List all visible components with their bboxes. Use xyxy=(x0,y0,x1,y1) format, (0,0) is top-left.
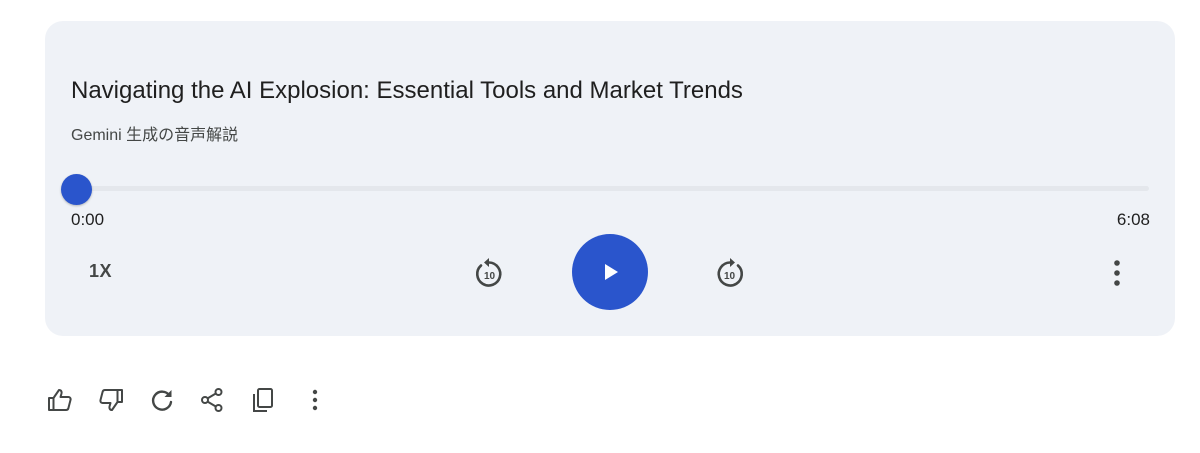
bad-response-button[interactable] xyxy=(95,384,127,416)
forward-button[interactable]: 10 xyxy=(710,253,750,293)
regenerate-button[interactable] xyxy=(146,384,178,416)
rewind-button[interactable]: 10 xyxy=(469,253,509,293)
copy-icon xyxy=(253,388,273,412)
replay-10-icon: 10 xyxy=(476,258,502,287)
thumb-up-icon xyxy=(48,389,72,411)
rewind-seconds: 10 xyxy=(484,271,496,282)
progress-thumb[interactable] xyxy=(60,174,92,205)
more-vert-icon xyxy=(312,389,318,411)
audio-subtitle: Gemini 生成の音声解説 xyxy=(71,127,239,144)
share-icon xyxy=(201,388,223,412)
copy-button[interactable] xyxy=(247,384,279,416)
audio-title: Navigating the AI Explosion: Essential T… xyxy=(71,77,743,104)
playback-speed-button[interactable]: 1X xyxy=(89,261,112,282)
progress-track[interactable] xyxy=(71,186,1149,191)
more-vert-icon xyxy=(1114,260,1120,286)
play-icon xyxy=(605,264,618,280)
good-response-button[interactable] xyxy=(44,384,76,416)
thumb-down-icon xyxy=(99,389,123,411)
play-button[interactable] xyxy=(572,234,648,310)
total-time: 6:08 xyxy=(1116,210,1150,229)
forward-seconds: 10 xyxy=(724,271,736,282)
audio-overview-card: Navigating the AI Explosion: Essential T… xyxy=(45,21,1175,336)
more-actions-button[interactable] xyxy=(299,384,331,416)
player-more-options-button[interactable] xyxy=(1102,255,1132,291)
current-time: 0:00 xyxy=(71,210,105,229)
share-button[interactable] xyxy=(196,384,228,416)
forward-10-icon: 10 xyxy=(717,258,743,287)
refresh-icon xyxy=(151,390,173,411)
